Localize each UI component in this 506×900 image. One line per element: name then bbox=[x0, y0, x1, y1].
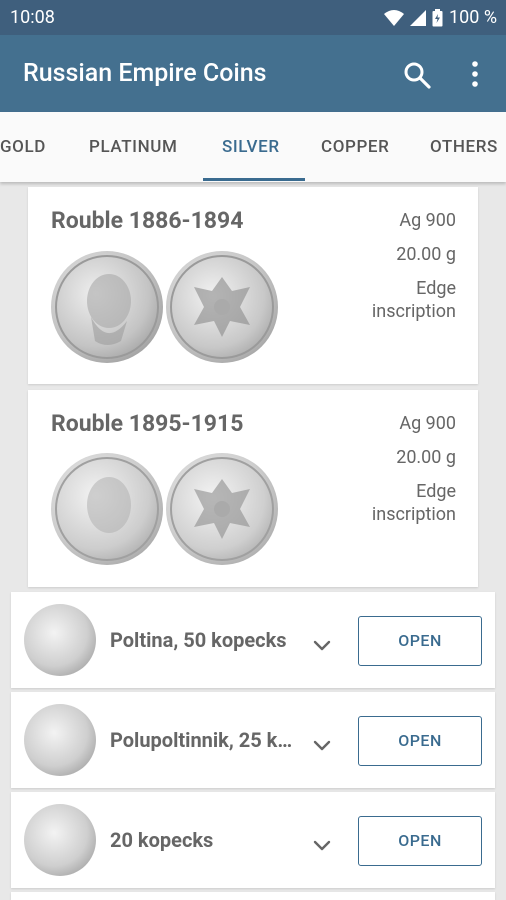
coin-card-rouble-1895[interactable]: Rouble 1895-1915 Ag 900 20.00 g Edge ins… bbox=[28, 390, 478, 587]
list-item-label: Poltina, 50 kopecks bbox=[110, 628, 287, 652]
list-item-label: 20 kopecks bbox=[110, 828, 214, 852]
status-icons: 100 % bbox=[384, 7, 497, 28]
list-item[interactable] bbox=[11, 892, 495, 900]
open-button[interactable]: OPEN bbox=[358, 616, 482, 666]
coin-edge-line2: inscription bbox=[371, 504, 456, 525]
coin-obverse-image bbox=[51, 453, 163, 565]
list-item[interactable]: 20 kopecks OPEN bbox=[11, 792, 495, 888]
coin-thumbnail bbox=[24, 804, 96, 876]
coin-thumbnail bbox=[24, 704, 96, 776]
app-title: Russian Empire Coins bbox=[23, 59, 267, 88]
coin-reverse-image bbox=[166, 251, 278, 363]
app-bar: Russian Empire Coins bbox=[0, 35, 506, 112]
coin-thumbnail bbox=[24, 604, 96, 676]
chevron-down-icon[interactable] bbox=[312, 636, 332, 656]
tab-indicator bbox=[203, 178, 305, 181]
coin-weight: 20.00 g bbox=[396, 244, 456, 265]
list-item[interactable]: Polupoltinnik, 25 kopecks OPEN bbox=[11, 692, 495, 788]
category-tabs: GOLD PLATINUM SILVER COPPER OTHERS bbox=[0, 112, 506, 182]
list-item-label: Polupoltinnik, 25 kopecks bbox=[110, 728, 300, 752]
tab-copper[interactable]: COPPER bbox=[321, 112, 389, 182]
wifi-icon bbox=[384, 9, 404, 26]
search-icon[interactable] bbox=[402, 60, 432, 90]
status-bar: 10:08 100 % bbox=[0, 0, 506, 35]
signal-icon bbox=[410, 9, 426, 26]
tab-others[interactable]: OTHERS bbox=[430, 112, 498, 182]
status-time: 10:08 bbox=[10, 7, 55, 28]
battery-percent: 100 % bbox=[449, 7, 497, 28]
coin-edge-line1: Edge bbox=[416, 278, 456, 299]
chevron-down-icon[interactable] bbox=[312, 736, 332, 756]
tab-silver[interactable]: SILVER bbox=[222, 112, 280, 182]
coin-metal: Ag 900 bbox=[399, 210, 456, 231]
coin-edge-line1: Edge bbox=[416, 481, 456, 502]
open-button[interactable]: OPEN bbox=[358, 716, 482, 766]
coin-metal: Ag 900 bbox=[399, 413, 456, 434]
coin-card-title: Rouble 1886-1894 bbox=[51, 207, 244, 234]
coin-obverse-image bbox=[51, 251, 163, 363]
coin-weight: 20.00 g bbox=[396, 447, 456, 468]
coin-edge-line2: inscription bbox=[371, 301, 456, 322]
tab-gold[interactable]: GOLD bbox=[0, 112, 46, 182]
list-item[interactable]: Poltina, 50 kopecks OPEN bbox=[11, 592, 495, 688]
open-button[interactable]: OPEN bbox=[358, 816, 482, 866]
coin-card-rouble-1886[interactable]: Rouble 1886-1894 Ag 900 20.00 g Edge ins… bbox=[28, 187, 478, 384]
battery-icon bbox=[432, 8, 443, 26]
coin-reverse-image bbox=[166, 453, 278, 565]
tab-platinum[interactable]: PLATINUM bbox=[89, 112, 177, 182]
coin-card-title: Rouble 1895-1915 bbox=[51, 410, 244, 437]
more-options-icon[interactable] bbox=[462, 59, 488, 89]
chevron-down-icon[interactable] bbox=[312, 836, 332, 856]
